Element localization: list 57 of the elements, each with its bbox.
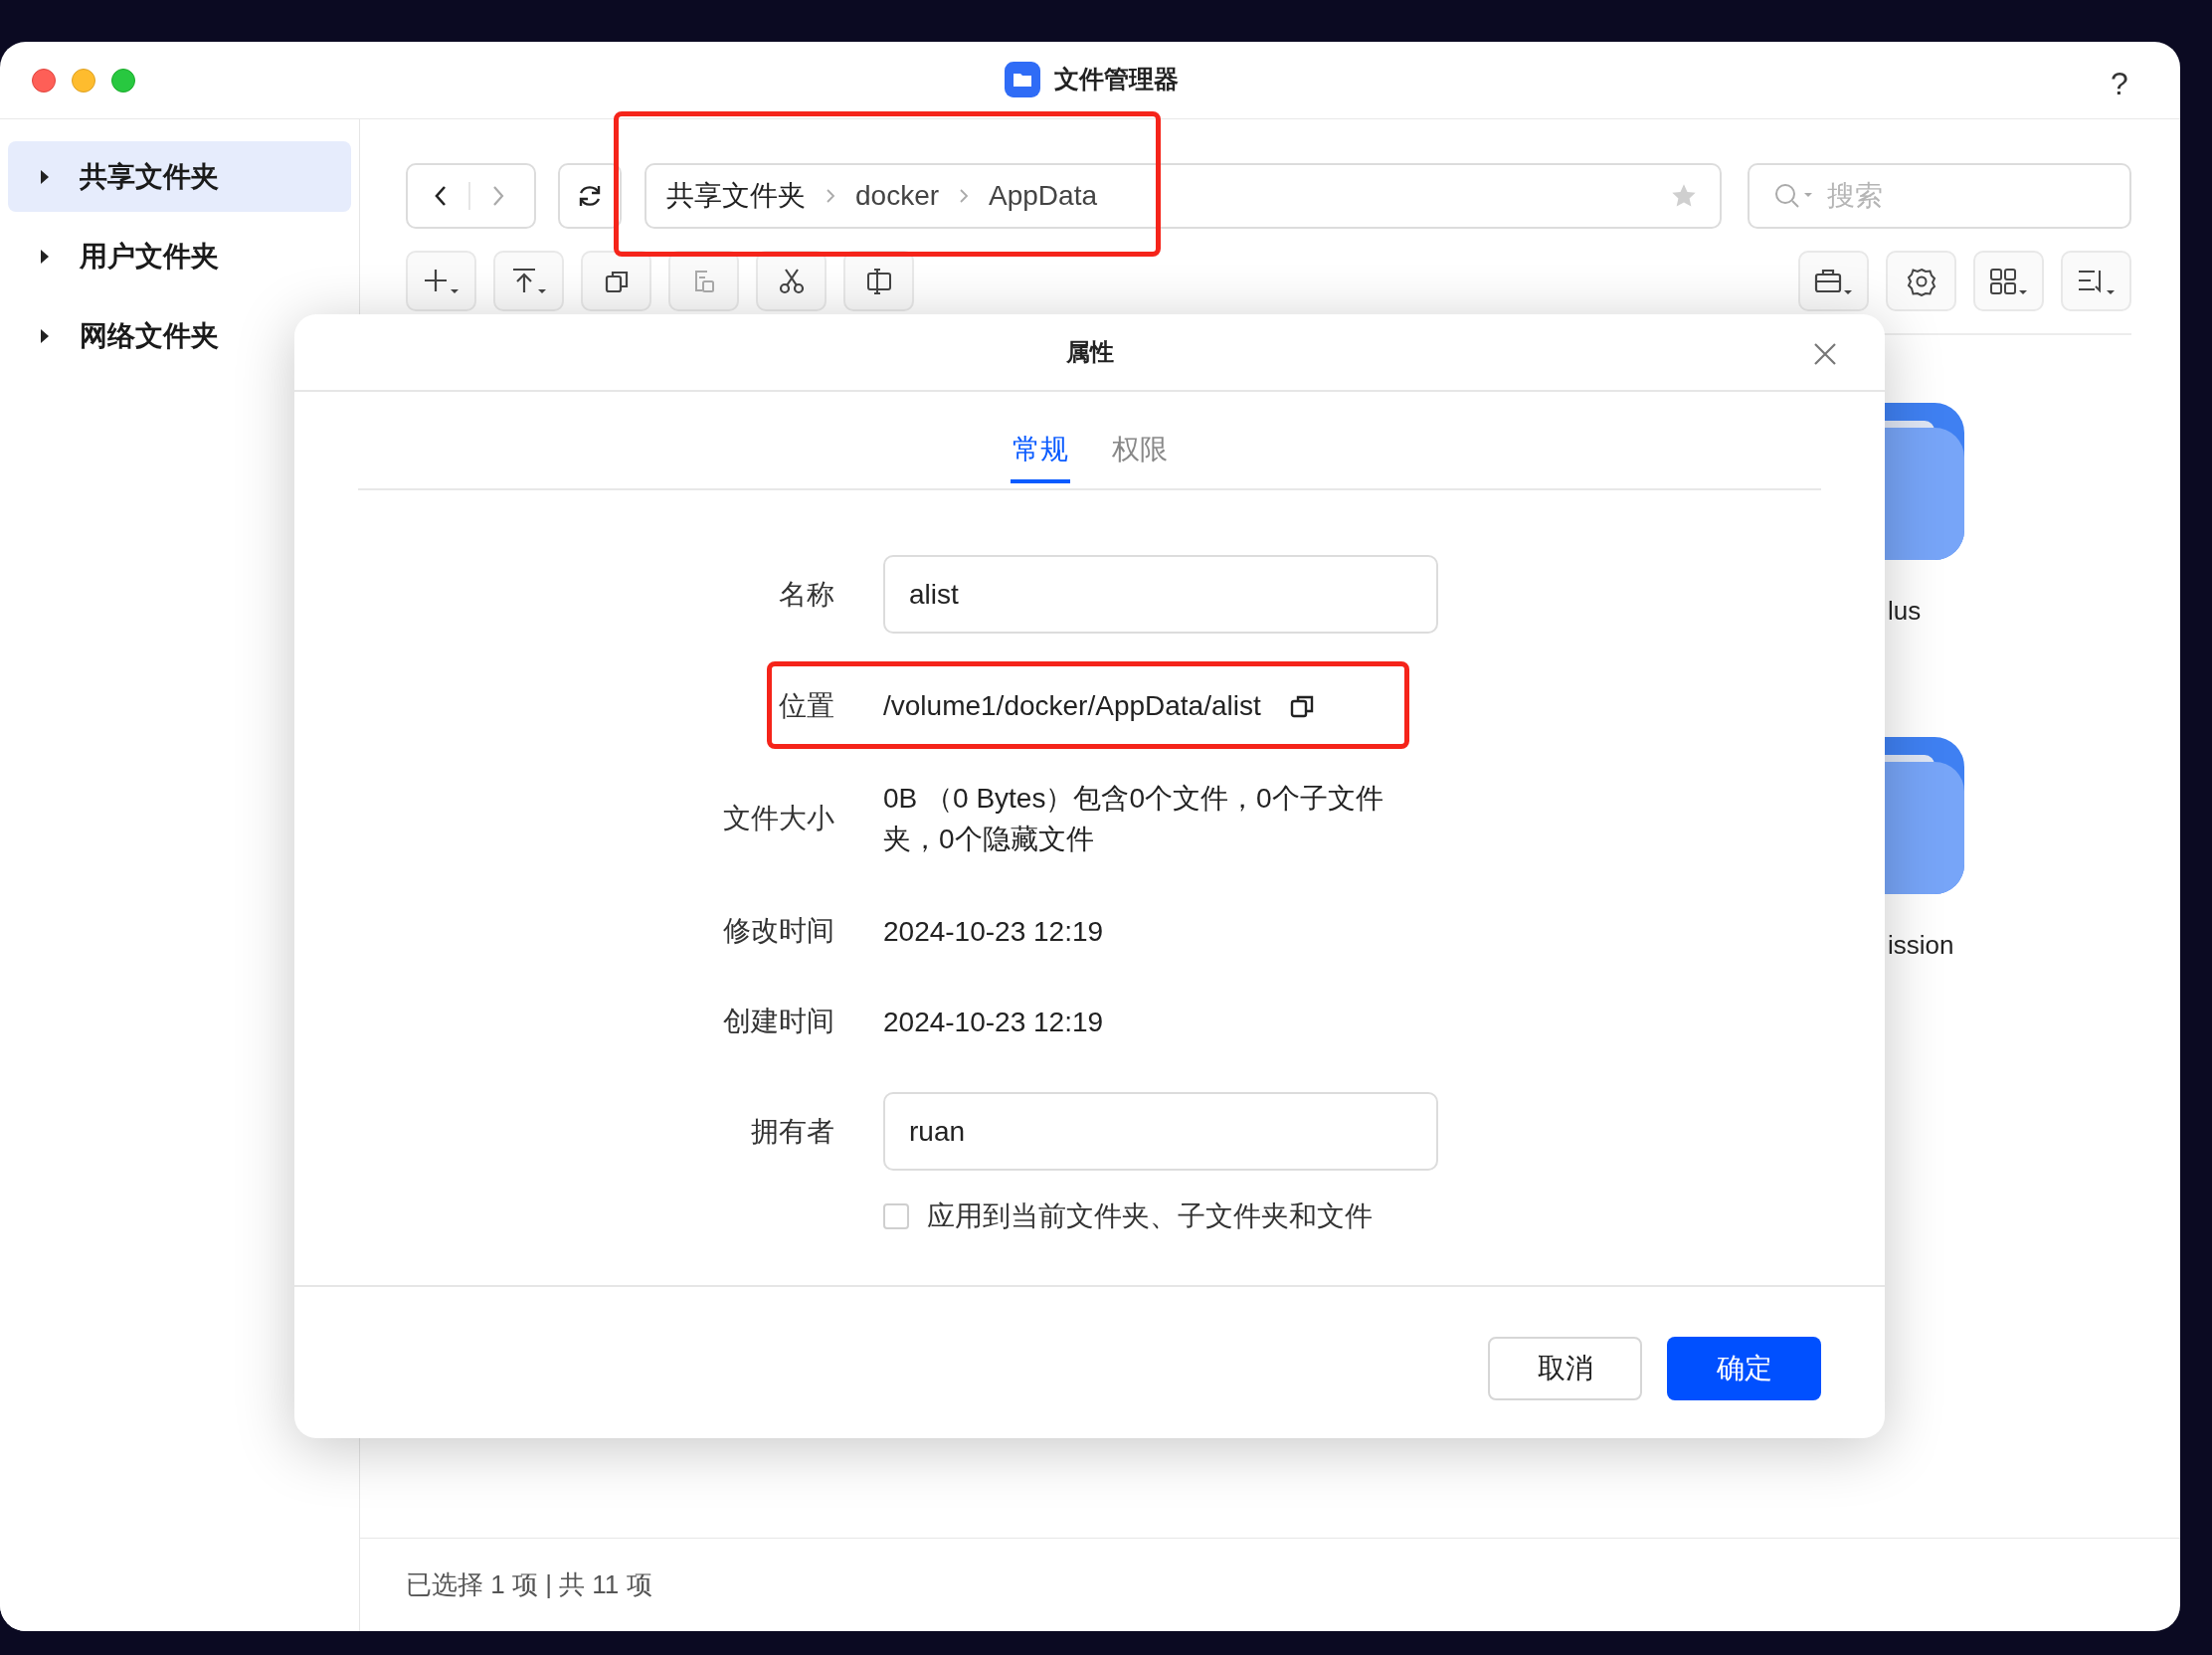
cancel-button[interactable]: 取消 [1488,1337,1642,1400]
checkbox[interactable] [883,1203,909,1229]
cut-button[interactable] [756,251,827,311]
checkbox-label: 应用到当前文件夹、子文件夹和文件 [927,1199,1373,1233]
close-icon[interactable] [1813,342,1837,366]
sidebar-item[interactable]: 共享文件夹 [8,141,351,212]
rename-button[interactable] [843,251,914,311]
expand-arrow-icon[interactable] [40,168,50,185]
expand-arrow-icon[interactable] [40,248,50,265]
field-label: 名称 [778,577,834,612]
tab[interactable]: 权限 [1109,420,1170,483]
sort-button[interactable] [2061,251,2131,311]
copy-button[interactable] [581,251,651,311]
field-label: 文件大小 [722,802,834,835]
refresh-button[interactable] [558,163,622,229]
settings-button[interactable] [1886,251,1956,311]
tools-button[interactable] [1798,251,1869,311]
field-label: 拥有者 [750,1114,834,1149]
expand-arrow-icon[interactable] [40,327,50,344]
window-title: 文件管理器 [1054,64,1179,94]
upload-button[interactable] [493,251,564,311]
field-value: 2024-10-23 12:19 [883,1005,1105,1039]
input-field[interactable]: alist [883,555,1438,634]
search-field[interactable]: 搜索 [1827,175,2086,217]
status-text: 已选择 1 项 | 共 11 项 [406,1568,652,1601]
breadcrumb-item[interactable]: 共享文件夹 [666,175,806,217]
file-name: lus [1888,595,1922,628]
field-label: 修改时间 [722,914,834,948]
close-window-button[interactable] [32,68,56,92]
confirm-button[interactable]: 确定 [1667,1337,1821,1400]
scissors-icon [777,267,806,295]
breadcrumb-item[interactable]: AppData [989,175,1097,217]
file-name: ission [1888,929,1954,962]
field-value: 0B （0 Bytes）包含0个文件，0个子文件夹，0个隐藏文件 [883,782,1384,856]
field-label: 位置 [778,689,834,723]
dialog-title: 属性 [1065,337,1114,367]
new-button[interactable] [406,251,476,311]
paste-button[interactable] [668,251,739,311]
settings-icon [1906,266,1936,296]
folder-app-icon [1005,61,1040,97]
field-label: 创建时间 [722,1005,834,1038]
tab[interactable]: 常规 [1010,420,1070,483]
help-button[interactable]: ? [2111,60,2128,107]
chevron-icon [826,187,835,205]
grid-icon [1988,266,2029,296]
input-field[interactable]: ruan [883,1092,1438,1171]
field-value: /volume1/docker/AppData/alist [883,689,1261,723]
view-button[interactable] [1973,251,2044,311]
chevron-icon [959,187,970,205]
back-icon[interactable] [433,184,449,208]
search-bar[interactable]: 搜索 [1748,163,2131,229]
rename-icon [864,267,893,295]
upload-icon [510,266,547,296]
breadcrumb-item[interactable]: docker [855,175,940,217]
field-value: 2024-10-23 12:19 [883,914,1105,949]
copy-icon[interactable] [1288,693,1315,719]
maximize-window-button[interactable] [111,68,135,92]
